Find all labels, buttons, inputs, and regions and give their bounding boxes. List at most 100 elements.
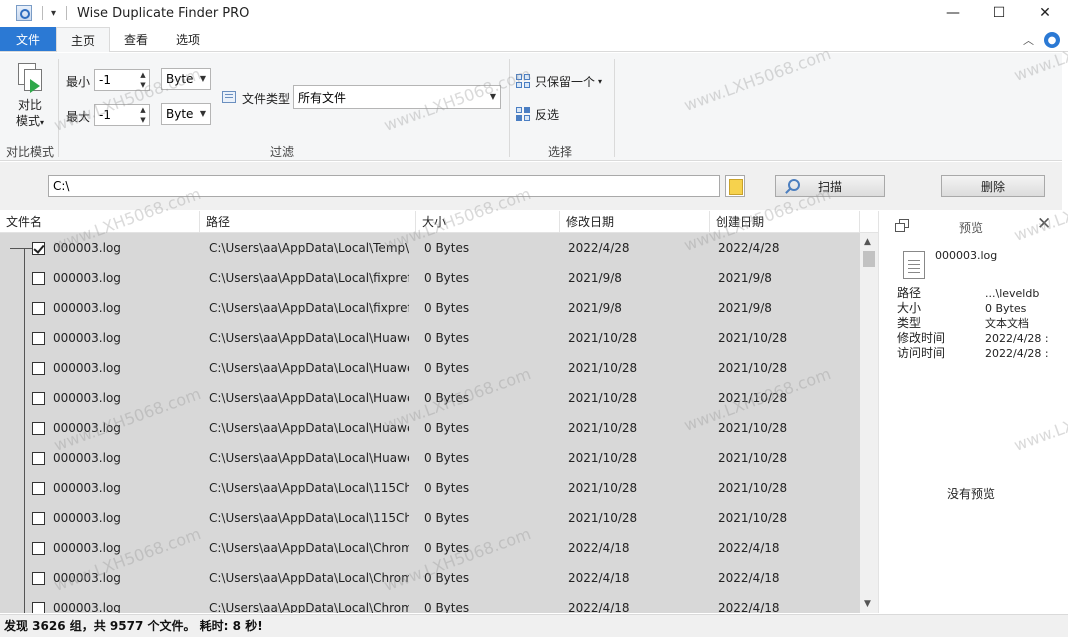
maximize-button[interactable]: ☐ [976, 0, 1022, 26]
results-scrollbar[interactable]: ▲ ▼ [860, 233, 878, 613]
account-icon[interactable]: ● [1044, 32, 1060, 48]
compare-mode-button[interactable]: 对比 模式▾ [6, 59, 54, 135]
scroll-down-icon[interactable]: ▼ [864, 599, 871, 609]
file-name-cell: 000003.log [53, 271, 121, 285]
results-table: 000003.log C:\Users\aa\AppData\Local\Temp… [0, 233, 860, 613]
modified-date-cell: 2021/10/28 [568, 331, 638, 345]
table-row[interactable]: 000003.log C:\Users\aa\AppData\Local\Huaw… [0, 353, 860, 383]
status-bar: 发现 3626 组，共 9577 个文件。 耗时: 8 秒! [0, 614, 1068, 637]
file-name-cell: 000003.log [53, 331, 121, 345]
column-header-name[interactable]: 文件名 [0, 211, 200, 233]
preview-file-name: 000003.log [935, 249, 998, 262]
spinner-arrows-icon[interactable]: ▲ ▼ [137, 70, 149, 90]
row-checkbox[interactable] [32, 242, 45, 255]
min-unit-select[interactable]: Byte ▼ [161, 68, 211, 90]
created-date-cell: 2021/9/8 [718, 301, 772, 315]
row-checkbox[interactable] [32, 602, 45, 613]
row-checkbox[interactable] [32, 512, 45, 525]
row-checkbox[interactable] [32, 422, 45, 435]
file-name-cell: 000003.log [53, 601, 121, 613]
table-row[interactable]: 000003.log C:\Users\aa\AppData\Local\Huaw… [0, 383, 860, 413]
browse-folder-icon[interactable] [725, 175, 745, 197]
max-size-spinner[interactable]: -1 ▲ ▼ [94, 104, 150, 126]
collapse-ribbon-icon[interactable]: ︿ [1023, 32, 1034, 48]
scan-button[interactable]: 扫描 [775, 175, 885, 197]
created-date-cell: 2021/10/28 [718, 331, 788, 345]
row-checkbox[interactable] [32, 302, 45, 315]
file-path-cell: C:\Users\aa\AppData\Local\Huawei... [209, 331, 409, 345]
restore-panel-icon[interactable] [895, 219, 911, 233]
table-row[interactable]: 000003.log C:\Users\aa\AppData\Local\Chro… [0, 533, 860, 563]
table-row[interactable]: 000003.log C:\Users\aa\AppData\Local\fixp… [0, 293, 860, 323]
row-checkbox[interactable] [32, 392, 45, 405]
column-header-created[interactable]: 创建日期 [710, 211, 860, 233]
file-path-cell: C:\Users\aa\AppData\Local\115Chro... [209, 481, 409, 495]
column-header-modified[interactable]: 修改日期 [560, 211, 710, 233]
file-path-cell: C:\Users\aa\AppData\Local\Huawei... [209, 391, 409, 405]
window-edge [1062, 53, 1068, 613]
spinner-arrows-icon[interactable]: ▲ ▼ [137, 105, 149, 125]
row-checkbox[interactable] [32, 362, 45, 375]
row-checkbox[interactable] [32, 332, 45, 345]
row-checkbox[interactable] [32, 482, 45, 495]
created-date-cell: 2021/10/28 [718, 511, 788, 525]
modified-date-cell: 2021/10/28 [568, 451, 638, 465]
tab-home[interactable]: 主页 [56, 27, 111, 52]
file-name-cell: 000003.log [53, 241, 121, 255]
created-date-cell: 2022/4/28 [718, 241, 780, 255]
file-type-select[interactable]: 所有文件 ▼ [293, 85, 501, 109]
row-checkbox[interactable] [32, 272, 45, 285]
table-row[interactable]: 000003.log C:\Users\aa\AppData\Local\Huaw… [0, 323, 860, 353]
file-size-cell: 0 Bytes [424, 271, 470, 285]
table-row[interactable]: 000003.log C:\Users\aa\AppData\Local\115C… [0, 503, 860, 533]
created-date-cell: 2021/9/8 [718, 271, 772, 285]
created-date-cell: 2022/4/18 [718, 541, 780, 555]
column-header-size[interactable]: 大小 [416, 211, 560, 233]
column-header-path[interactable]: 路径 [200, 211, 416, 233]
scroll-up-icon[interactable]: ▲ [864, 237, 871, 247]
tab-options[interactable]: 选项 [162, 27, 214, 51]
row-checkbox[interactable] [32, 542, 45, 555]
quick-access-dropdown-icon[interactable]: ▾ [51, 8, 56, 19]
table-row[interactable]: 000003.log C:\Users\aa\AppData\Local\Huaw… [0, 413, 860, 443]
row-checkbox[interactable] [32, 452, 45, 465]
file-name-cell: 000003.log [53, 451, 121, 465]
scrollbar-thumb[interactable] [863, 251, 875, 267]
file-size-cell: 0 Bytes [424, 421, 470, 435]
created-date-cell: 2021/10/28 [718, 391, 788, 405]
tab-view[interactable]: 查看 [110, 27, 162, 51]
file-size-cell: 0 Bytes [424, 391, 470, 405]
table-row[interactable]: 000003.log C:\Users\aa\AppData\Local\Huaw… [0, 443, 860, 473]
chevron-down-icon: ▾ [598, 77, 603, 86]
table-row[interactable]: 000003.log C:\Users\aa\AppData\Local\fixp… [0, 263, 860, 293]
max-unit-select[interactable]: Byte ▼ [161, 103, 211, 125]
table-row[interactable]: 000003.log C:\Users\aa\AppData\Local\Temp… [0, 233, 860, 263]
delete-button[interactable]: 删除 [941, 175, 1045, 197]
tab-file[interactable]: 文件 [0, 27, 56, 51]
file-name-cell: 000003.log [53, 541, 121, 555]
modified-date-cell: 2022/4/18 [568, 541, 630, 555]
scan-path-input[interactable]: C:\ [48, 175, 720, 197]
file-type-label: 文件类型 [242, 92, 291, 106]
no-preview-text: 没有预览 [947, 487, 996, 501]
modified-date-cell: 2021/10/28 [568, 481, 638, 495]
keep-one-button[interactable]: 只保留一个 ▾ [516, 73, 602, 90]
scan-path-bar: C:\ 扫描 删除 [0, 162, 1068, 210]
table-row[interactable]: 000003.log C:\Users\aa\AppData\Local\115C… [0, 473, 860, 503]
row-checkbox[interactable] [32, 572, 45, 585]
file-name-cell: 000003.log [53, 391, 121, 405]
min-size-spinner[interactable]: -1 ▲ ▼ [94, 69, 150, 91]
toolbar-separator [66, 6, 68, 20]
preview-label-size: 大小 [897, 301, 922, 315]
modified-date-cell: 2021/10/28 [568, 511, 638, 525]
table-row[interactable]: 000003.log C:\Users\aa\AppData\Local\Chro… [0, 563, 860, 593]
close-button[interactable]: ✕ [1022, 0, 1068, 26]
table-row[interactable]: 000003.log C:\Users\aa\AppData\Local\Chro… [0, 593, 860, 613]
group-separator [509, 59, 510, 157]
close-icon[interactable]: ✕ [1037, 214, 1051, 234]
file-size-cell: 0 Bytes [424, 571, 470, 585]
minimize-button[interactable]: — [930, 0, 976, 26]
chevron-down-icon: ▼ [199, 109, 206, 118]
modified-date-cell: 2021/9/8 [568, 271, 622, 285]
invert-selection-button[interactable]: 反选 [516, 106, 559, 123]
